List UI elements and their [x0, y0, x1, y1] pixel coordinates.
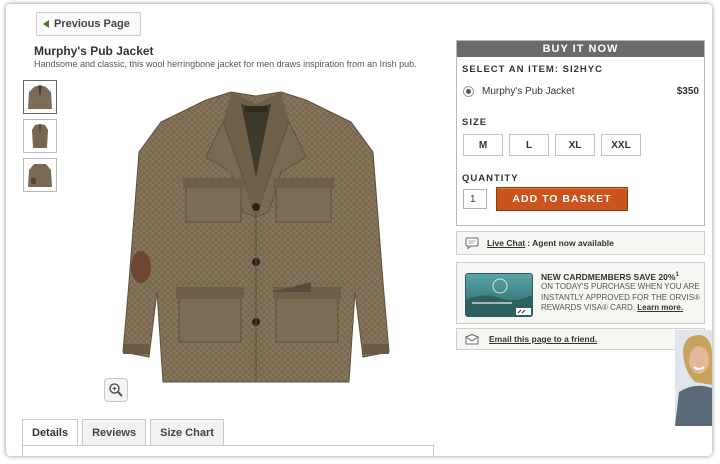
size-option-l[interactable]: L: [509, 134, 549, 156]
zoom-button[interactable]: [104, 378, 128, 402]
size-label: SIZE: [462, 117, 488, 128]
product-description: Handsome and classic, this wool herringb…: [34, 59, 417, 69]
thumbnail-list: [23, 80, 57, 192]
agent-avatar-icon: [675, 330, 712, 426]
tab-size-chart[interactable]: Size Chart: [150, 419, 224, 445]
promo-footnote-marker: 1: [675, 272, 679, 278]
card-promo-box: NEW CARDMEMBERS SAVE 20%1 ON TODAY'S PUR…: [456, 262, 705, 324]
chat-agent-photo[interactable]: [675, 330, 712, 426]
size-option-m[interactable]: M: [463, 134, 503, 156]
thumbnail-front[interactable]: [23, 80, 57, 114]
credit-card-icon: [466, 278, 532, 316]
magnifier-icon: [109, 383, 123, 397]
add-to-basket-button[interactable]: ADD TO BASKET: [496, 187, 628, 211]
thumbnail-back[interactable]: [23, 158, 57, 192]
back-arrow-icon: [43, 20, 49, 28]
jacket-thumbnail-icon: [28, 85, 52, 109]
email-friend-link[interactable]: Email this page to a friend.: [489, 334, 597, 344]
previous-page-label: Previous Page: [54, 18, 130, 30]
select-item-label: SELECT AN ITEM: SI2HYC: [462, 64, 603, 75]
item-price: $350: [676, 86, 699, 97]
envelope-icon: [465, 333, 479, 344]
size-option-xxl[interactable]: XXL: [601, 134, 641, 156]
live-chat-box: Live Chat : Agent now available: [456, 231, 705, 255]
item-radio[interactable]: [463, 86, 474, 97]
promo-headline: NEW CARDMEMBERS SAVE 20%: [541, 271, 676, 282]
thumbnail-detail[interactable]: [23, 119, 57, 153]
live-chat-link[interactable]: Live Chat: [487, 238, 525, 248]
jacket-thumbnail-icon: [32, 124, 48, 148]
tab-details[interactable]: Details: [22, 419, 79, 445]
promo-text: NEW CARDMEMBERS SAVE 20%1 ON TODAY'S PUR…: [541, 270, 703, 314]
tab-panel: [22, 445, 434, 456]
email-box: Email this page to a friend.: [456, 328, 705, 350]
visa-card-image[interactable]: [465, 273, 533, 317]
product-tabs: Details Reviews Size Chart: [22, 419, 224, 445]
size-option-xl[interactable]: XL: [555, 134, 595, 156]
product-title: Murphy's Pub Jacket: [34, 44, 154, 58]
browser-frame: Previous Page Murphy's Pub Jacket Handso…: [6, 4, 712, 456]
quantity-label: QUANTITY: [462, 173, 519, 184]
jacket-thumbnail-icon: [28, 164, 52, 187]
item-name: Murphy's Pub Jacket: [482, 86, 575, 97]
quantity-input[interactable]: 1: [463, 189, 487, 209]
size-options: M L XL XXL: [463, 134, 641, 156]
chat-status: : Agent now available: [527, 238, 614, 248]
item-option[interactable]: Murphy's Pub Jacket $350: [463, 86, 699, 97]
previous-page-button[interactable]: Previous Page: [36, 12, 141, 36]
buy-box: BUY IT NOW SELECT AN ITEM: SI2HYC Murphy…: [456, 40, 705, 226]
chat-bubble-icon: [465, 237, 479, 249]
learn-more-link[interactable]: Learn more.: [637, 303, 683, 312]
product-image: [122, 91, 390, 383]
tab-reviews[interactable]: Reviews: [82, 419, 147, 445]
buy-box-header: BUY IT NOW: [457, 41, 704, 57]
